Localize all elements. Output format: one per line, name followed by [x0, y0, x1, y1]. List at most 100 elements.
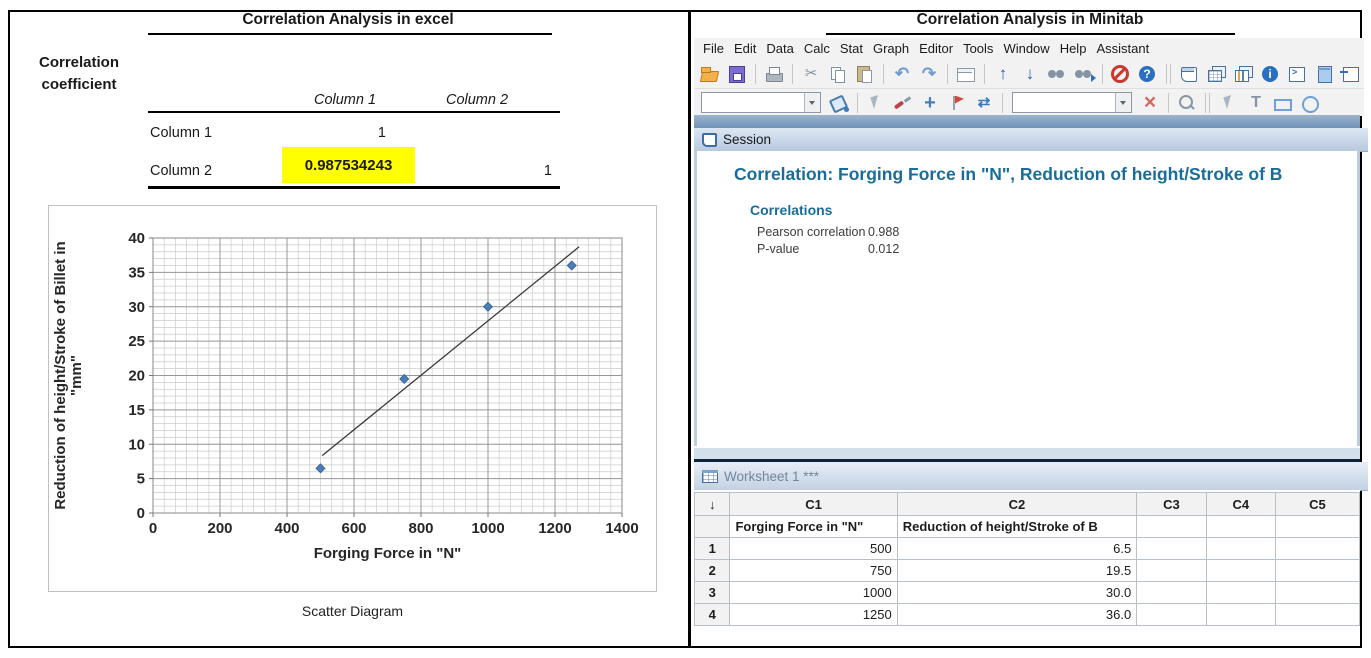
graph-combobox[interactable]: [1012, 92, 1132, 113]
find-icon[interactable]: [1045, 63, 1069, 85]
help-icon[interactable]: [1136, 63, 1160, 85]
column-header-c4[interactable]: C4: [1205, 492, 1276, 516]
worksheet-window-titlebar[interactable]: Worksheet 1 ***: [694, 462, 1368, 491]
row-number-1[interactable]: 1: [694, 537, 731, 560]
cell-c2-row4[interactable]: 36.0: [896, 603, 1138, 626]
show-worksheets-icon[interactable]: [1205, 63, 1229, 85]
project-manager-icon[interactable]: [1178, 63, 1202, 85]
cell-c4-row1[interactable]: [1205, 537, 1276, 560]
rectangle-tool-icon[interactable]: [1271, 92, 1295, 114]
column-header-c5[interactable]: C5: [1274, 492, 1360, 516]
correlations-subheading: Correlations: [750, 202, 833, 218]
cell-c3-row1[interactable]: [1136, 537, 1207, 560]
cell-c3-row3[interactable]: [1136, 581, 1207, 604]
delete-icon[interactable]: ×: [1138, 92, 1162, 114]
menu-file[interactable]: File: [698, 39, 729, 58]
crosshairs-icon[interactable]: +: [918, 92, 942, 114]
cell-c4-row3[interactable]: [1205, 581, 1276, 604]
menu-editor[interactable]: Editor: [914, 39, 958, 58]
paste-icon[interactable]: [853, 63, 877, 85]
redo-icon[interactable]: ↷: [917, 63, 941, 85]
cell-c4-row2[interactable]: [1205, 559, 1276, 582]
matrix-row-label-1: Column 1: [150, 125, 213, 141]
menu-tools[interactable]: Tools: [958, 39, 998, 58]
cut-icon[interactable]: ✂: [799, 63, 823, 85]
brush-fill-icon[interactable]: [827, 92, 851, 114]
next-command-icon[interactable]: ↓: [1018, 63, 1042, 85]
matrix-value-r1c1: 1: [377, 125, 386, 141]
cell-c2-row3[interactable]: 30.0: [896, 581, 1138, 604]
open-file-icon[interactable]: [698, 63, 722, 85]
scatter-chart-svg: 0 200 400 600 800 1000 1200 1400 0 5 10 15 20 25 30 35 4…: [52, 230, 639, 562]
show-info-icon[interactable]: [1259, 63, 1283, 85]
row-number-3[interactable]: 3: [694, 581, 731, 604]
cell-c5-row4[interactable]: [1274, 603, 1360, 626]
scatter-point: [482, 301, 494, 312]
undo-icon[interactable]: ↶: [890, 63, 914, 85]
menu-window[interactable]: Window: [998, 39, 1054, 58]
notepad-icon[interactable]: [1313, 63, 1337, 85]
cell-c1-row2[interactable]: 750: [729, 559, 898, 582]
cell-c5-row1[interactable]: [1274, 537, 1360, 560]
worksheet-grid-area: ↓ C1 C2 C3 C4 C5 Forging Force in "N" Reduction…: [694, 490, 1360, 646]
chevron-down-icon[interactable]: [1115, 93, 1131, 112]
column-name-c1[interactable]: Forging Force in "N": [729, 515, 898, 538]
table-row: 1 500 6.5: [694, 537, 1360, 560]
zoom-icon[interactable]: [1175, 92, 1199, 114]
column-header-c2[interactable]: C2: [896, 492, 1138, 516]
show-session-icon[interactable]: [1286, 63, 1310, 85]
cell-c2-row2[interactable]: 19.5: [896, 559, 1138, 582]
print-icon[interactable]: [762, 63, 786, 85]
cell-c1-row3[interactable]: 1000: [729, 581, 898, 604]
menu-help[interactable]: Help: [1055, 39, 1092, 58]
cell-c1-row1[interactable]: 500: [729, 537, 898, 560]
circle-tool-icon[interactable]: [1298, 92, 1322, 114]
new-window-icon[interactable]: [954, 63, 978, 85]
column-name-c3[interactable]: [1136, 515, 1207, 538]
show-graphs-icon[interactable]: [1232, 63, 1256, 85]
svg-text:40: 40: [128, 230, 145, 247]
name-row-corner: [694, 515, 731, 538]
previous-command-icon[interactable]: ↑: [991, 63, 1015, 85]
svg-text:25: 25: [128, 333, 145, 350]
cell-c2-row1[interactable]: 6.5: [896, 537, 1138, 560]
column-header-c1[interactable]: C1: [729, 492, 898, 516]
variable-combobox[interactable]: [701, 92, 821, 113]
cell-c4-row4[interactable]: [1205, 603, 1276, 626]
find-next-icon[interactable]: [1072, 63, 1096, 85]
menu-data[interactable]: Data: [761, 39, 798, 58]
row-number-2[interactable]: 2: [694, 559, 731, 582]
copy-icon[interactable]: [826, 63, 850, 85]
session-window-titlebar[interactable]: Session: [694, 128, 1368, 152]
column-name-c5[interactable]: [1274, 515, 1360, 538]
column-name-c4[interactable]: [1205, 515, 1276, 538]
matrix-header-underline: [148, 111, 560, 113]
swap-rows-icon[interactable]: ⇄: [972, 92, 996, 114]
select-tool-icon[interactable]: [1217, 92, 1241, 114]
cell-c5-row2[interactable]: [1274, 559, 1360, 582]
column-header-c3[interactable]: C3: [1136, 492, 1207, 516]
cell-c3-row4[interactable]: [1136, 603, 1207, 626]
cell-c3-row2[interactable]: [1136, 559, 1207, 582]
cancel-icon[interactable]: [1109, 63, 1133, 85]
menu-graph[interactable]: Graph: [868, 39, 914, 58]
chevron-down-icon[interactable]: [804, 93, 820, 112]
menu-calc[interactable]: Calc: [799, 39, 835, 58]
cell-c1-row4[interactable]: 1250: [729, 603, 898, 626]
text-tool-icon[interactable]: T: [1244, 92, 1268, 114]
brush-points-icon[interactable]: [891, 92, 915, 114]
menu-assistant[interactable]: Assistant: [1091, 39, 1154, 58]
save-icon[interactable]: [725, 63, 749, 85]
related-documents-icon[interactable]: [1340, 63, 1364, 85]
column-name-c2[interactable]: Reduction of height/Stroke of B: [896, 515, 1138, 538]
row-number-4[interactable]: 4: [694, 603, 731, 626]
cell-c5-row3[interactable]: [1274, 581, 1360, 604]
minitab-menubar: File Edit Data Calc Stat Graph Editor Tools Wind…: [694, 38, 1364, 59]
menu-stat[interactable]: Stat: [835, 39, 868, 58]
menu-edit[interactable]: Edit: [729, 39, 761, 58]
flag-icon[interactable]: [945, 92, 969, 114]
data-direction-arrow[interactable]: ↓: [694, 492, 731, 516]
excel-section-title: Correlation Analysis in excel: [242, 11, 454, 28]
svg-text:15: 15: [128, 402, 145, 419]
select-item-icon[interactable]: [864, 92, 888, 114]
